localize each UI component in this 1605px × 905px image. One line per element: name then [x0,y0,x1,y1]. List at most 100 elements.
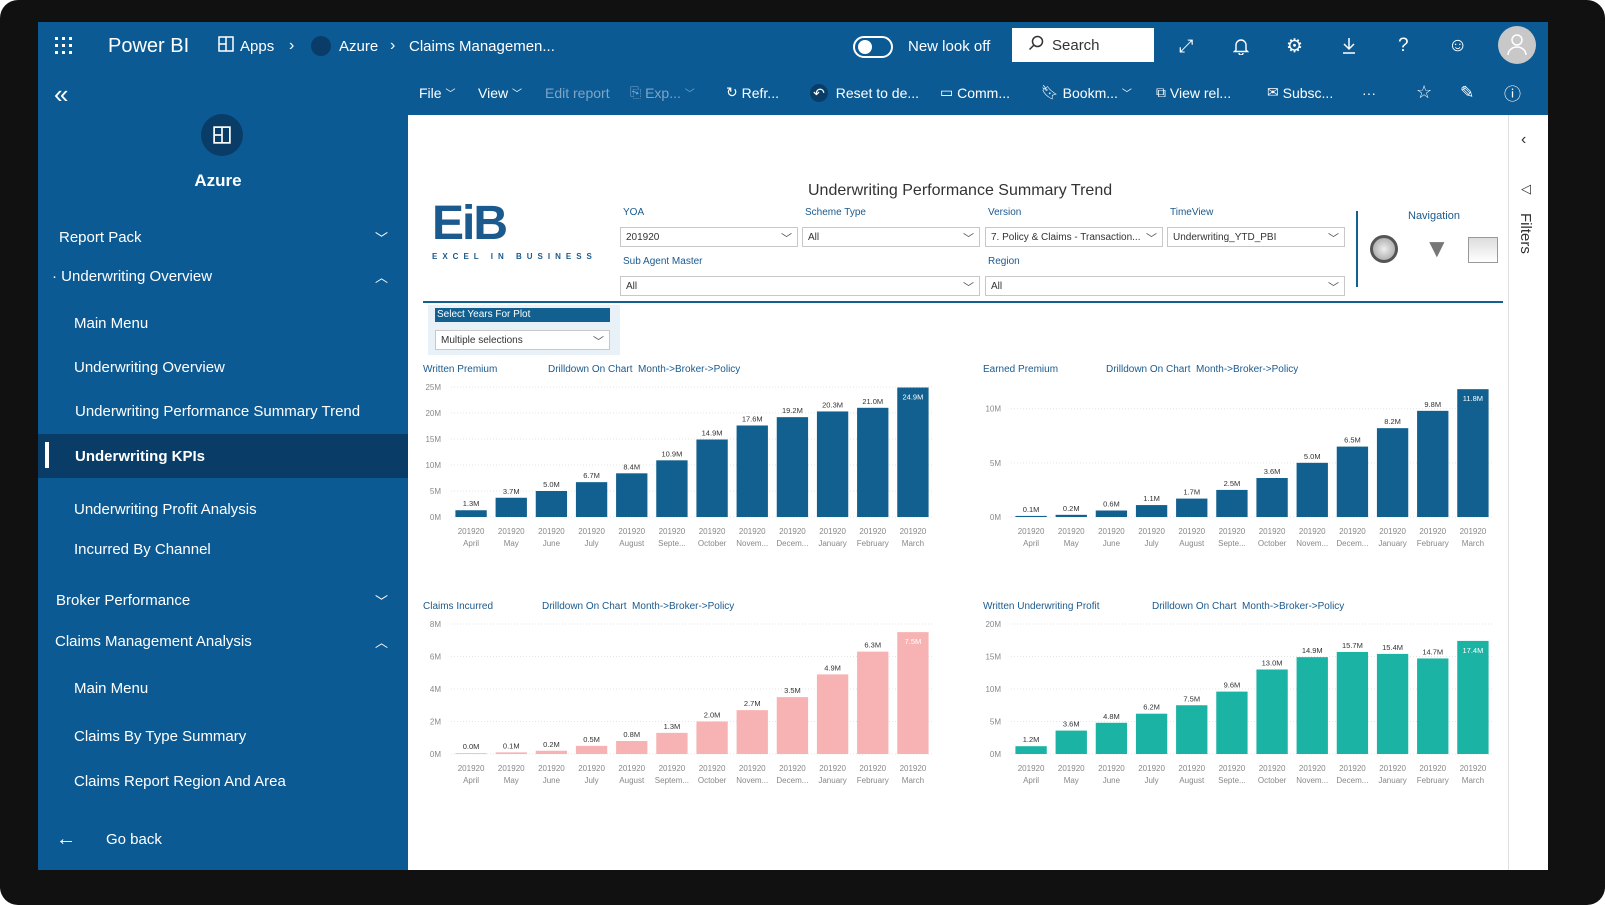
x-tick-label: Septe... [1218,776,1246,785]
download-icon[interactable] [1341,22,1357,70]
x-tick-year: 201920 [1018,764,1045,773]
feedback-icon[interactable]: ☺ [1448,22,1467,70]
more-options-icon[interactable]: ··· [1362,70,1376,115]
nav-section-claims-management[interactable]: Claims Management Analysis ︿ [38,626,408,656]
data-label: 14.7M [1422,647,1443,656]
x-tick-label: April [1023,539,1039,548]
go-back-button[interactable]: ← Go back [38,824,408,854]
subscribe-button[interactable]: ✉ Subsc... [1267,70,1333,115]
nav-item-profit-analysis[interactable]: Underwriting Profit Analysis [38,494,408,524]
nav-item-claims-by-type[interactable]: Claims By Type Summary [38,721,408,751]
data-label: 4.9M [824,663,841,672]
x-tick-label: Septe... [1218,539,1246,548]
edit-pencil-icon[interactable]: ✎ [1460,70,1474,115]
claims-incurred-chart[interactable]: 0M 2M 4M 6M 8M 0.0M 201920 April 0.1M 201920 May 0.… [423,614,943,799]
export-menu[interactable]: ⎘ Exp... ﹀ [630,70,695,115]
x-tick-label: October [1258,776,1287,785]
bar [897,387,929,517]
x-tick-label: June [543,539,561,548]
breadcrumb-azure[interactable]: Azure [311,22,378,70]
favorite-star-icon[interactable]: ☆ [1416,70,1432,115]
data-label: 9.6M [1224,681,1241,690]
y-tick-label: 10M [985,405,1001,414]
collapse-nav-icon[interactable]: « [54,79,94,109]
bookmarks-menu[interactable]: 🔖︎ Bookm... ﹀ [1041,70,1132,115]
expand-icon[interactable]: ⤢ [1179,22,1193,70]
written-uw-profit-chart[interactable]: 0M 5M 10M 15M 20M 1.2M 201920 April 3.6M 201920 Ma… [983,614,1503,799]
sub-agent-dropdown[interactable]: All ﹀ [620,276,980,296]
nav-item-main-menu[interactable]: Main Menu [38,308,408,338]
x-tick-year: 201920 [1098,764,1125,773]
x-tick-label: January [1378,539,1406,548]
file-menu[interactable]: File ﹀ [419,70,455,115]
window-icon[interactable] [1468,237,1498,263]
filters-pane[interactable]: ‹ ◁ Filters [1508,115,1548,870]
user-avatar[interactable] [1498,26,1536,64]
x-tick-label: Novem... [1296,776,1328,785]
bar [736,710,768,754]
timeview-dropdown[interactable]: Underwriting_YTD_PBI ﹀ [1167,227,1345,247]
nav-section-underwriting-overview[interactable]: · Underwriting Overview ︿ [38,261,408,291]
workspace-avatar [201,114,243,156]
edit-report-button[interactable]: Edit report [545,70,610,115]
nav-item-performance-summary-trend[interactable]: Underwriting Performance Summary Trend [38,396,408,426]
nav-item-claims-region-area[interactable]: Claims Report Region And Area [38,766,408,796]
years-dropdown[interactable]: Multiple selections ﹀ [435,330,610,350]
bar [897,632,929,754]
x-tick-label: August [619,776,645,785]
comments-button[interactable]: ▭ Comm... [940,70,1010,115]
filter-funnel-icon[interactable]: ▼ [1424,233,1450,264]
x-tick-year: 201920 [900,764,927,773]
x-tick-year: 201920 [699,764,726,773]
app-launcher-icon[interactable] [54,22,74,70]
nav-item-label: Claims Report Region And Area [74,772,286,790]
x-tick-label: October [1258,539,1287,548]
view-related-button[interactable]: ⧉ View rel... [1156,70,1231,115]
mail-icon: ✉ [1267,84,1279,100]
yoa-dropdown[interactable]: 201920 ﹀ [620,227,798,247]
notifications-icon[interactable] [1233,22,1249,70]
chevron-left-icon[interactable]: ‹ [1521,131,1526,149]
yoa-label: YOA [623,207,645,218]
info-icon[interactable]: ⓘ [1504,70,1521,115]
nav-item-incurred-by-channel[interactable]: Incurred By Channel [38,534,408,564]
written-premium-chart[interactable]: 0M 5M 10M 15M 20M 25M 1.3M 201920 April 3.7M 20192… [423,377,943,562]
nav-section-report-pack[interactable]: Report Pack ﹀ [38,222,408,252]
search-input[interactable]: Search [1012,28,1154,62]
x-tick-label: Novem... [736,776,768,785]
nav-item-underwriting-overview[interactable]: Underwriting Overview [38,352,408,382]
x-tick-year: 201920 [779,764,806,773]
nav-section-broker-performance[interactable]: Broker Performance ﹀ [38,585,408,615]
refresh-button[interactable]: ↻ Refr... [726,70,779,115]
breadcrumb-apps[interactable]: Apps [218,22,274,70]
breadcrumb-report[interactable]: Claims Managemen... [409,22,555,70]
x-tick-year: 201920 [739,764,766,773]
bar [1015,515,1047,517]
x-tick-label: May [1064,776,1079,785]
data-label: 0.6M [1103,500,1120,509]
bar [1216,691,1248,754]
earned-premium-chart[interactable]: 0M 5M 10M 0.1M 201920 April 0.2M 201920 May 0.6M 2… [983,377,1503,562]
help-icon[interactable]: ? [1398,22,1409,70]
bar [1417,410,1449,517]
new-look-toggle[interactable] [853,36,893,58]
drilldown-label: Drilldown On Chart Month->Broker->Policy [548,364,741,375]
region-dropdown[interactable]: All ﹀ [985,276,1345,296]
reset-button[interactable]: ↶ Reset to de... [810,70,919,115]
nav-item-label: Underwriting Profit Analysis [74,500,257,518]
power-icon[interactable] [1370,235,1398,263]
scheme-type-dropdown[interactable]: All ﹀ [802,227,980,247]
x-tick-label: April [463,776,479,785]
x-tick-label: July [584,539,598,548]
settings-icon[interactable]: ⚙ [1286,22,1303,70]
x-tick-year: 201920 [618,764,645,773]
nav-item-claims-main-menu[interactable]: Main Menu [38,673,408,703]
bar [1256,669,1288,754]
app-name[interactable]: Power BI [108,22,189,70]
nav-item-underwriting-kpis[interactable]: Underwriting KPIs [38,434,408,478]
view-menu[interactable]: View ﹀ [478,70,522,115]
version-dropdown[interactable]: 7. Policy & Claims - Transaction... ﹀ [985,227,1163,247]
data-label: 1.7M [1183,488,1200,497]
nav-section-label: · Underwriting Overview [52,267,213,285]
data-label: 17.6M [742,414,763,423]
